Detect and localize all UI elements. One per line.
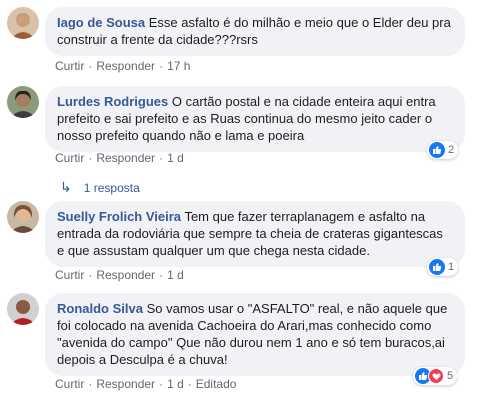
comment-bubble: Suelly Frolich Vieira Tem que fazer terr…	[45, 201, 465, 267]
avatar[interactable]	[7, 86, 39, 118]
like-link[interactable]: Curtir	[55, 268, 84, 282]
comment-time[interactable]: 1 d	[167, 151, 184, 165]
comment-bubble: Iago de Sousa Esse asfalto é do milhão e…	[45, 7, 465, 56]
comment-bubble: Lurdes Rodrigues O cartão postal e na ci…	[45, 86, 465, 152]
comment-actions: Curtir · Responder · 1 d · Editado	[55, 377, 237, 391]
reply-link[interactable]: Responder	[96, 151, 155, 165]
reaction-count: 5	[447, 370, 454, 382]
avatar[interactable]	[7, 293, 39, 325]
comment-time[interactable]: 1 d	[167, 268, 184, 282]
edited-label[interactable]: Editado	[196, 377, 237, 391]
like-link[interactable]: Curtir	[55, 59, 84, 73]
comment-author[interactable]: Suelly Frolich Vieira	[57, 209, 181, 224]
comment-author[interactable]: Iago de Sousa	[57, 15, 145, 30]
reaction-count: 2	[448, 144, 455, 156]
comment-bubble: Ronaldo Silva So vamos usar o "ASFALTO" …	[45, 293, 465, 376]
avatar[interactable]	[7, 201, 39, 233]
comment-time[interactable]: 17 h	[167, 59, 190, 73]
reaction-summary[interactable]: 2	[427, 141, 459, 159]
comment-actions: Curtir · Responder · 1 d	[55, 151, 184, 165]
reaction-summary[interactable]: 5	[413, 367, 458, 385]
comment-author[interactable]: Ronaldo Silva	[57, 301, 143, 316]
reply-arrow-icon: ↳	[60, 179, 72, 195]
replies-count-label[interactable]: 1 resposta	[84, 181, 140, 195]
comment-author[interactable]: Lurdes Rodrigues	[57, 94, 168, 109]
avatar[interactable]	[7, 7, 39, 39]
comment-time[interactable]: 1 d	[167, 377, 184, 391]
comment-actions: Curtir · Responder · 17 h	[55, 59, 191, 73]
view-replies-link[interactable]: ↳ 1 resposta	[60, 179, 140, 196]
like-link[interactable]: Curtir	[55, 377, 84, 391]
love-reaction-icon	[428, 368, 444, 384]
reaction-summary[interactable]: 1	[427, 258, 459, 276]
like-reaction-icon	[429, 142, 445, 158]
reaction-count: 1	[448, 261, 455, 273]
like-link[interactable]: Curtir	[55, 151, 84, 165]
like-reaction-icon	[429, 259, 445, 275]
reply-link[interactable]: Responder	[96, 377, 155, 391]
reply-link[interactable]: Responder	[96, 59, 155, 73]
reply-link[interactable]: Responder	[96, 268, 155, 282]
comment-actions: Curtir · Responder · 1 d	[55, 268, 184, 282]
